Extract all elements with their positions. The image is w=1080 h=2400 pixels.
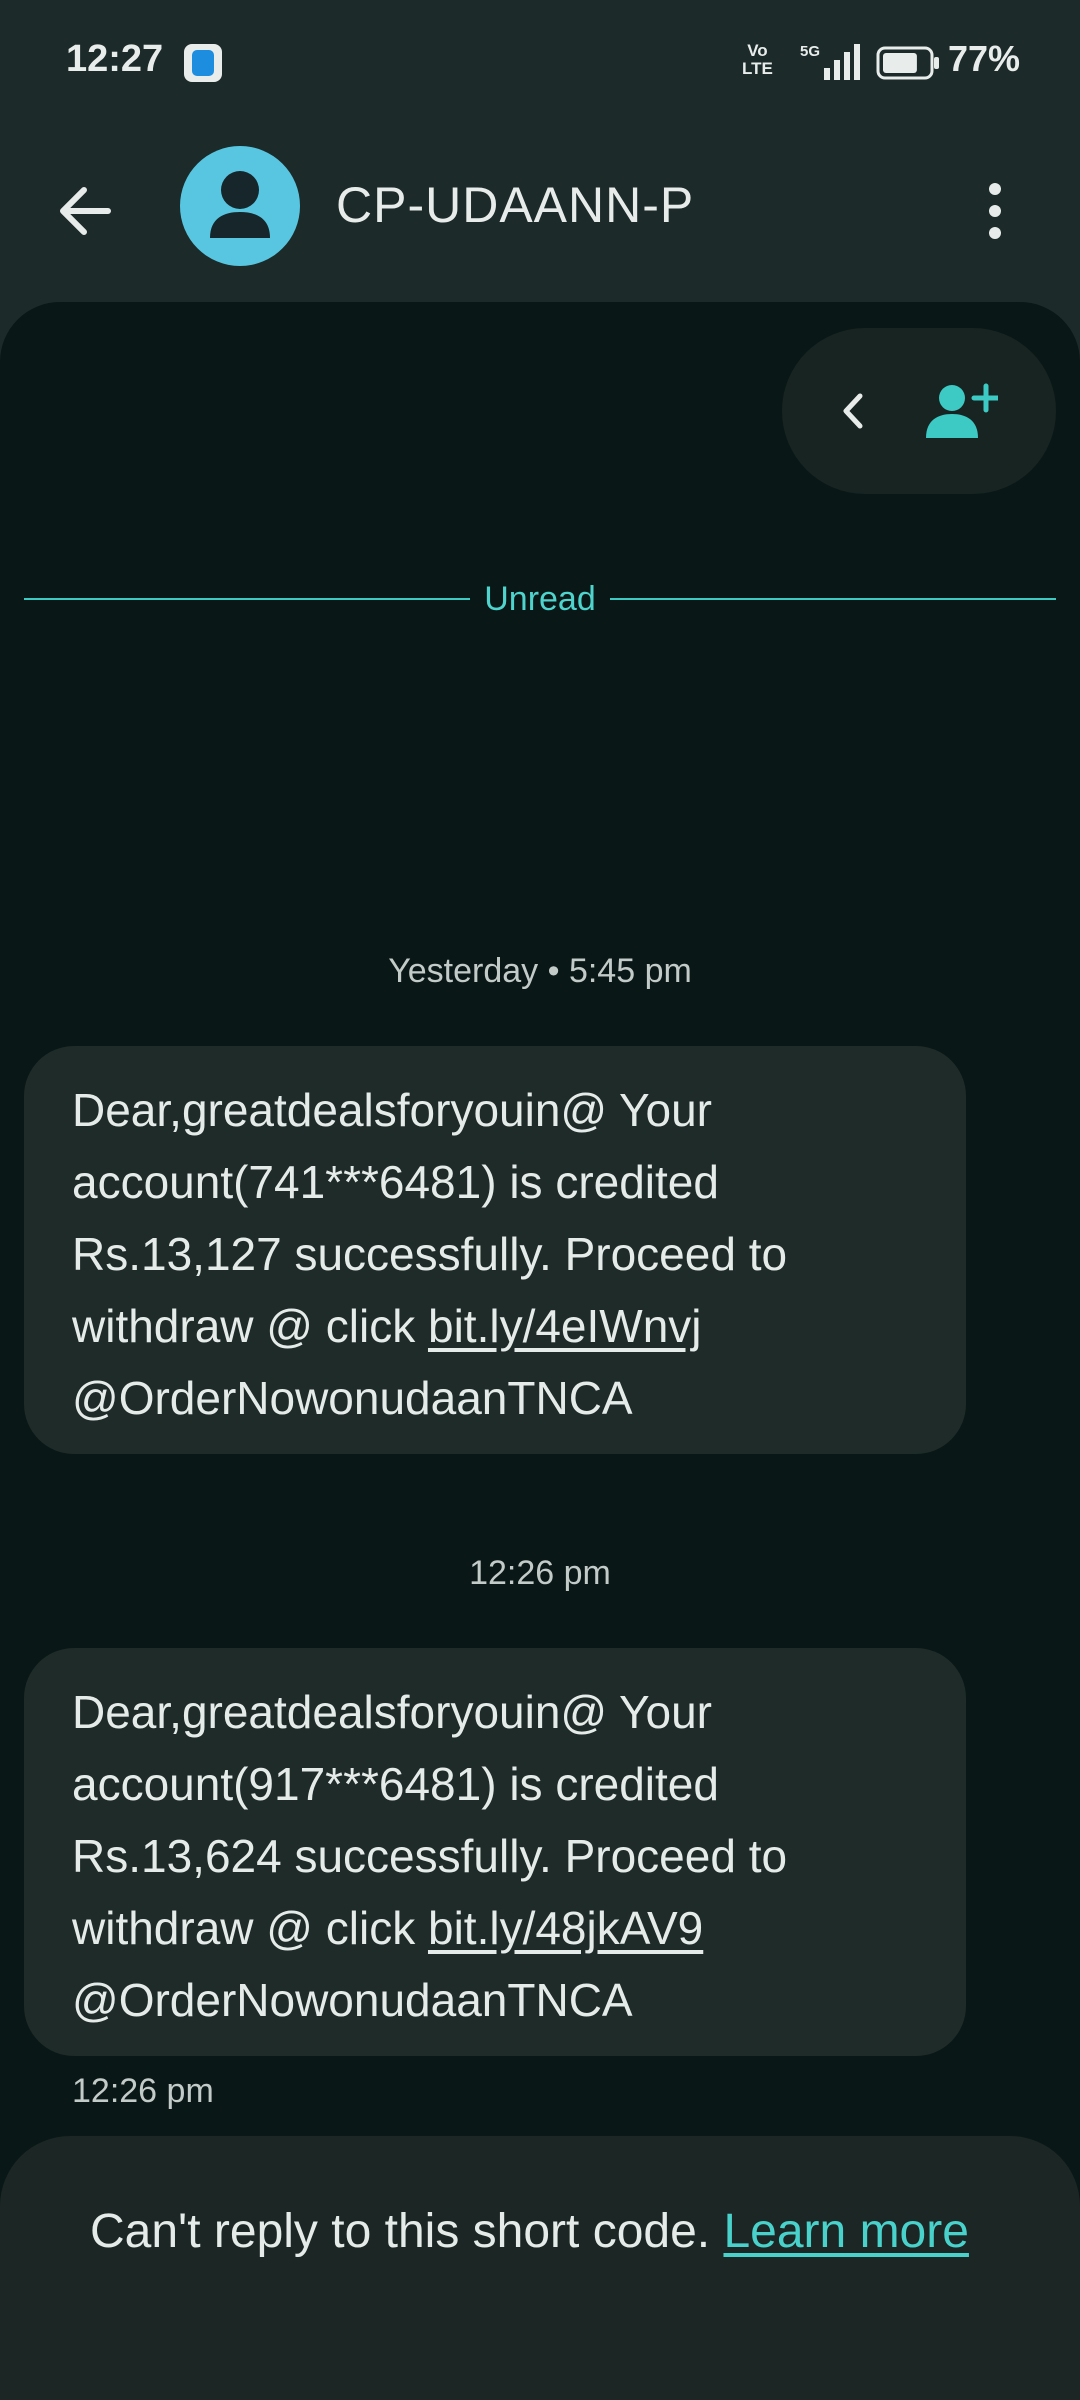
message-sent-time: 12:26 pm: [72, 2072, 214, 2110]
message-link[interactable]: bit.ly/4eIWnvj: [428, 1300, 702, 1352]
learn-more-link[interactable]: Learn more: [723, 2205, 968, 2258]
battery-percent: 77%: [948, 38, 1021, 79]
short-code-notice: Can't reply to this short code. Learn mo…: [90, 2205, 969, 2258]
status-time: 12:27: [66, 38, 164, 80]
message-link[interactable]: bit.ly/48jkAV9: [428, 1902, 703, 1954]
contact-avatar[interactable]: [180, 146, 300, 266]
unread-divider: Unread: [24, 576, 1056, 620]
person-icon: [210, 171, 270, 238]
more-options-icon[interactable]: [970, 176, 1020, 246]
add-contact-icon[interactable]: [922, 380, 998, 440]
conversation-app-bar: CP-UDAANN-P: [0, 126, 1080, 286]
battery-icon: [876, 46, 939, 80]
transit-app-icon: [184, 44, 222, 82]
status-bar: 12:27 Vo LTE 5G 77%: [0, 0, 1080, 126]
contact-actions-pill: [782, 328, 1056, 494]
message-timestamp: 12:26 pm: [469, 1554, 611, 1592]
message-bubble[interactable]: Dear,greatdealsforyouin@ Your account(91…: [24, 1648, 966, 2056]
reply-disabled-panel: Can't reply to this short code. Learn mo…: [0, 2136, 1080, 2400]
unread-label: Unread: [470, 580, 610, 618]
message-timestamp: Yesterday • 5:45 pm: [388, 952, 692, 990]
contact-name[interactable]: CP-UDAANN-P: [336, 176, 694, 234]
volte-indicator: Vo LTE: [742, 41, 773, 78]
svg-text:5G: 5G: [800, 43, 820, 60]
message-bubble[interactable]: Dear,greatdealsforyouin@ Your account(74…: [24, 1046, 966, 1454]
signal-icon: 5G: [800, 43, 860, 80]
chevron-left-icon[interactable]: [832, 386, 872, 436]
back-arrow-icon[interactable]: [50, 176, 120, 246]
